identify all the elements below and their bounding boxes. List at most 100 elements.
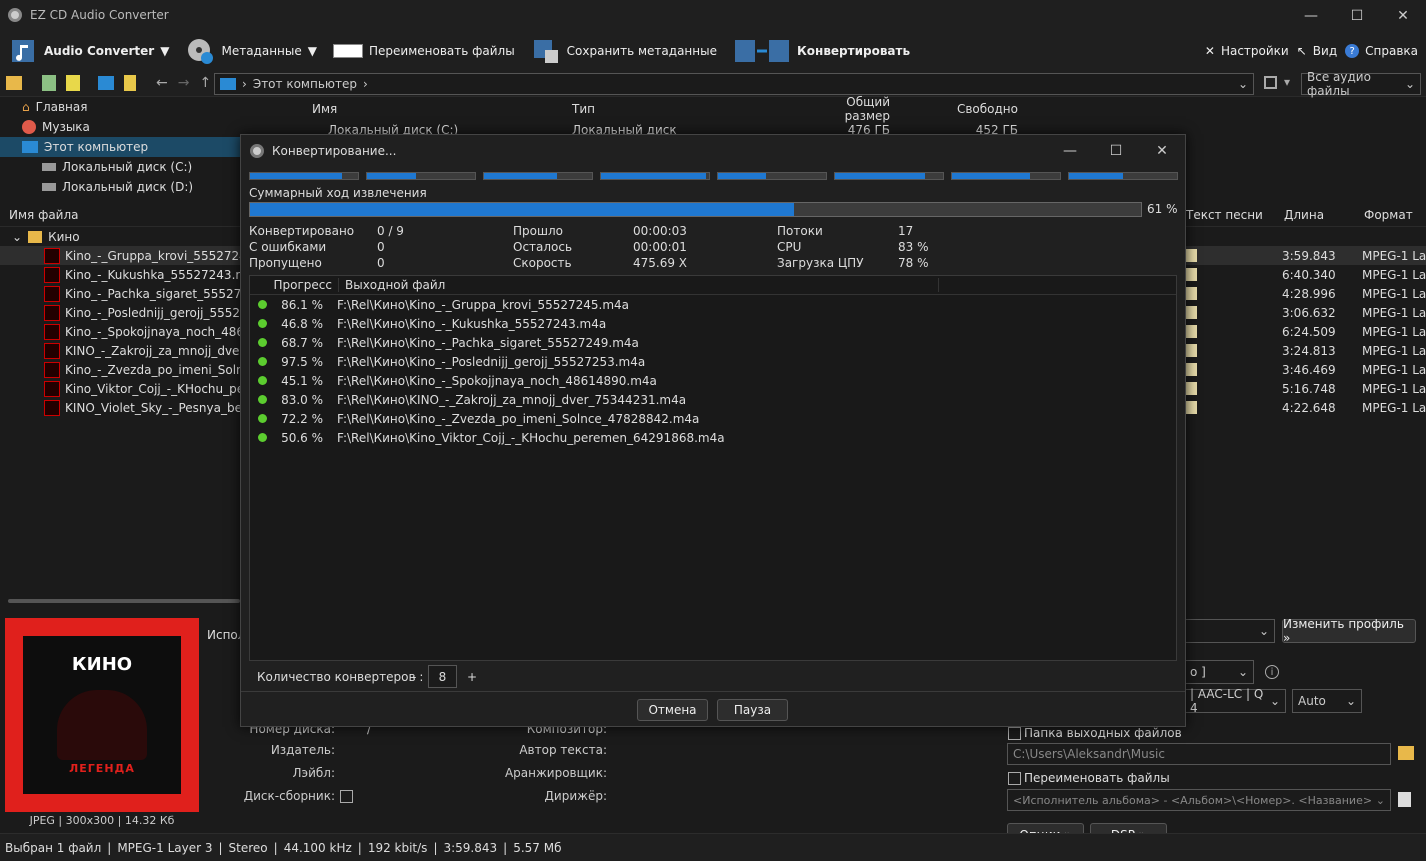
converter-progress-fill — [367, 173, 416, 179]
close-button[interactable]: ✕ — [1380, 0, 1426, 31]
lyricist-label: Автор текста: — [519, 743, 607, 757]
rename-files-button[interactable]: Переименовать файлы — [325, 31, 523, 71]
file-name: KINO_-_Zakrojj_za_mnojj_dver_75 — [65, 343, 241, 358]
convert-button[interactable]: Конвертировать — [725, 31, 918, 71]
save-metadata-button[interactable]: Сохранить метаданные — [523, 31, 725, 71]
cpu-load-value: 78 % — [898, 256, 929, 270]
browse-folder-icon[interactable] — [1398, 746, 1414, 760]
cancel-button[interactable]: Отмена — [637, 699, 708, 721]
column-format[interactable]: Формат — [1364, 208, 1413, 222]
pause-button[interactable]: Пауза — [717, 699, 788, 721]
tree-item-home[interactable]: ⌂ Главная — [0, 97, 302, 117]
row-output-file: F:\Rel\Кино\Kino_-_Zvezda_po_imeni_Solnc… — [337, 411, 700, 426]
row-output-file: F:\Rel\Кино\Kino_Viktor_Cojj_-_KHochu_pe… — [337, 430, 725, 445]
converter-progress-fill — [835, 173, 925, 179]
view-button[interactable]: ↖ Вид — [1293, 31, 1341, 71]
remaining-label: Осталось — [513, 240, 573, 254]
column-name[interactable]: Имя — [302, 102, 572, 116]
output-folder-checkbox[interactable] — [1008, 727, 1021, 740]
status-dot-icon — [258, 395, 267, 404]
forward-icon[interactable]: → — [178, 75, 190, 91]
column-filename[interactable]: Имя файла — [9, 208, 79, 222]
back-icon[interactable]: ← — [156, 75, 168, 91]
codec-select[interactable]: | AAC-LC | Q 4 ⌄ — [1184, 687, 1286, 715]
row-output-file: F:\Rel\Кино\Kino_-_Kukushka_55527243.m4a — [337, 316, 607, 331]
output-folder-path[interactable]: C:\Users\Aleksandr\Music — [1007, 743, 1391, 765]
status-dot-icon — [258, 319, 267, 328]
conversion-row[interactable]: 45.1 % F:\Rel\Кино\Kino_-_Spokojjnaya_noc… — [250, 371, 1176, 390]
conversion-row[interactable]: 72.2 % F:\Rel\Кино\Kino_-_Zvezda_po_imeni… — [250, 409, 1176, 428]
filter-select[interactable]: Все аудио файлы ⌄ — [1301, 70, 1421, 98]
converter-progress-bar — [834, 172, 944, 180]
conductor-label: Дирижёр: — [544, 789, 607, 803]
audio-converter-button[interactable]: Audio Converter ▼ — [0, 31, 177, 71]
column-lyrics[interactable]: Текст песни — [1186, 208, 1263, 222]
help-label: Справка — [1365, 44, 1418, 58]
status-dot-icon — [258, 433, 267, 442]
skipped-value: 0 — [377, 256, 385, 270]
album-art-thumb — [44, 399, 60, 416]
conversion-row[interactable]: 97.5 % F:\Rel\Кино\Kino_-_Poslednijj_gero… — [250, 352, 1176, 371]
help-button[interactable]: ? Справка — [1341, 31, 1426, 71]
profile-select[interactable]: ⌄ — [1184, 619, 1275, 643]
cursor-icon: ↖ — [1296, 44, 1307, 58]
chevron-right-icon: › — [242, 77, 247, 91]
compilation-label: Диск-сборник: — [243, 789, 335, 803]
stats-col-1: Конвертировано С ошибками Пропущено — [249, 223, 354, 271]
horizontal-scrollbar[interactable] — [8, 599, 240, 603]
computer-icon[interactable] — [98, 76, 114, 90]
column-size[interactable]: Общий размер — [804, 95, 890, 123]
status-size: 5.57 Мб — [513, 840, 562, 855]
column-type[interactable]: Тип — [572, 102, 804, 116]
cd-icon — [250, 143, 264, 158]
column-length[interactable]: Длина — [1284, 208, 1324, 222]
title-bar: EZ CD Audio Converter — ☐ ✕ — [0, 0, 1426, 31]
metadata-button[interactable]: Метаданные ▼ — [177, 31, 325, 71]
chevron-down-icon: ⌄ — [1258, 624, 1269, 638]
conversion-row[interactable]: 86.1 % F:\Rel\Кино\Kino_-_Gruppa_krovi_55… — [250, 295, 1176, 314]
maximize-button[interactable]: ☐ — [1334, 0, 1380, 31]
converted-value: 0 / 9 — [377, 224, 404, 238]
help-icon: ? — [1345, 44, 1360, 58]
file-length: 6:24.509 — [1282, 324, 1336, 339]
rename-pattern-select[interactable]: <Исполнитель альбома> - <Альбом>\<Номер>… — [1007, 789, 1391, 811]
tree-label: Главная — [35, 100, 88, 114]
column-progress[interactable]: Прогресс — [250, 278, 339, 292]
file-name: Kino_-_Zvezda_po_imeni_Solnce_ — [65, 362, 241, 377]
conversion-row[interactable]: 68.7 % F:\Rel\Кино\Kino_-_Pachka_sigaret_… — [250, 333, 1176, 352]
folder-icon[interactable] — [6, 76, 22, 90]
add-folder-icon[interactable] — [66, 75, 80, 91]
dialog-maximize-button[interactable]: ☐ — [1093, 135, 1139, 166]
converters-increment[interactable]: + — [467, 670, 477, 684]
edit-pattern-icon[interactable] — [1398, 792, 1411, 807]
column-output-file[interactable]: Выходной файл — [339, 278, 939, 292]
chevron-down-icon[interactable]: ▾ — [1284, 75, 1290, 89]
minimize-button[interactable]: — — [1288, 0, 1334, 31]
info-icon[interactable]: i — [1265, 665, 1279, 679]
rename-files-checkbox[interactable] — [1008, 772, 1021, 785]
row-output-file: F:\Rel\Кино\Kino_-_Poslednijj_gerojj_555… — [337, 354, 646, 369]
address-bar[interactable]: › Этот компьютер › ⌄ — [214, 73, 1254, 95]
change-profile-button[interactable]: Изменить профиль » — [1282, 617, 1416, 645]
dialog-close-button[interactable]: ✕ — [1139, 135, 1185, 166]
conversion-row[interactable]: 83.0 % F:\Rel\Кино\KINO_-_Zakrojj_za_mnoj… — [250, 390, 1176, 409]
chevron-down-icon: ⌄ — [1269, 694, 1280, 708]
conversion-row[interactable]: 46.8 % F:\Rel\Кино\Kino_-_Kukushka_555272… — [250, 314, 1176, 333]
conversion-row[interactable]: 50.6 % F:\Rel\Кино\Kino_Viktor_Cojj_-_KHo… — [250, 428, 1176, 447]
converter-progress-fill — [601, 173, 706, 179]
compilation-checkbox[interactable] — [340, 790, 353, 803]
settings-button[interactable]: ✕ Настройки — [1201, 31, 1293, 71]
drive-icon — [42, 183, 56, 191]
dialog-minimize-button[interactable]: — — [1047, 135, 1093, 166]
column-free[interactable]: Свободно — [890, 102, 1018, 116]
converters-input[interactable]: 8 — [428, 665, 457, 688]
converters-decrement[interactable]: - — [412, 670, 416, 684]
music-file-icon[interactable] — [124, 75, 136, 91]
view-mode-icon[interactable] — [1264, 76, 1277, 89]
channels-select[interactable]: Auto ⌄ — [1292, 689, 1362, 713]
up-icon[interactable]: ↑ — [199, 75, 211, 91]
preset-select[interactable]: о ] ⌄ — [1184, 660, 1254, 684]
add-files-icon[interactable] — [42, 75, 56, 91]
row-output-file: F:\Rel\Кино\Kino_-_Pachka_sigaret_555272… — [337, 335, 639, 350]
stats-col-2: Прошло Осталось Скорость — [513, 223, 572, 271]
